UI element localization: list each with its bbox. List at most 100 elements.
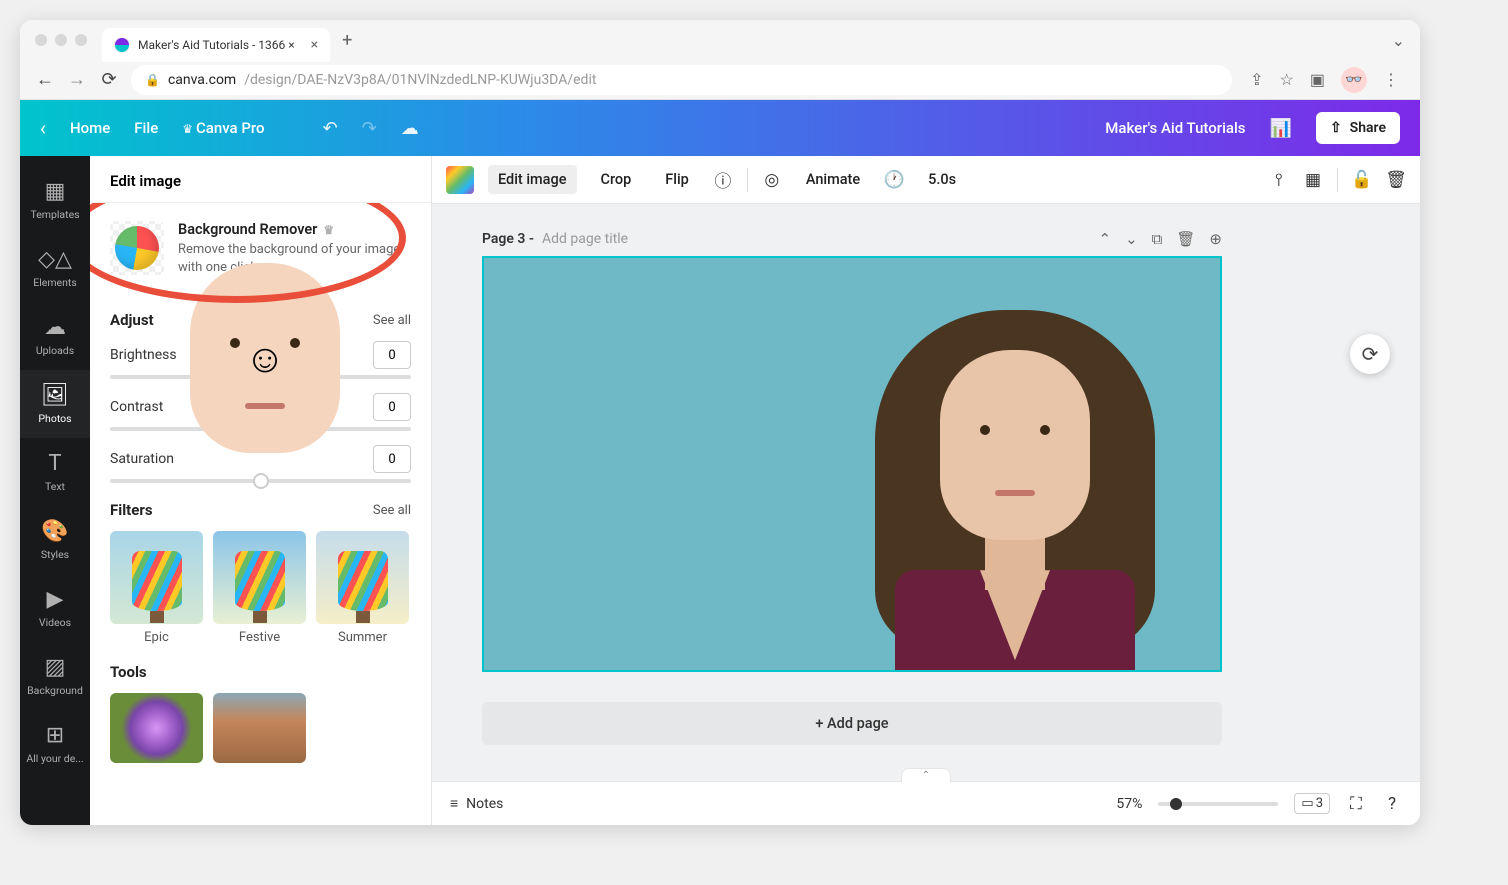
- bookmark-icon[interactable]: ☆: [1280, 70, 1294, 89]
- page-controls: ⌃ ⌄ ⧉ 🗑 ⊕: [1099, 230, 1223, 248]
- browser-toolbar-right: ⇪ ☆ ▣ 👓 ⋮: [1244, 67, 1405, 93]
- rail-templates[interactable]: ▦Templates: [20, 166, 90, 234]
- left-rail: ▦Templates ◇△Elements ☁Uploads 🖼Photos T…: [20, 156, 90, 825]
- rail-styles[interactable]: 🎨Styles: [20, 506, 90, 574]
- canvas-scroll[interactable]: ⟳ Page 3 - Add page title ⌃ ⌄ ⧉ 🗑 ⊕: [432, 204, 1420, 781]
- analytics-icon[interactable]: 📊: [1270, 118, 1292, 139]
- traffic-lights: [35, 34, 87, 46]
- close-tab-button[interactable]: ×: [311, 37, 318, 53]
- share-icon[interactable]: ⇪: [1250, 70, 1263, 89]
- canva-pro-link[interactable]: ♛ Canva Pro: [182, 119, 264, 137]
- file-menu[interactable]: File: [134, 119, 158, 137]
- minimize-window-button[interactable]: [55, 34, 67, 46]
- share-button[interactable]: ⇧ Share: [1316, 112, 1400, 144]
- filter-summer[interactable]: Summer: [316, 531, 409, 645]
- rail-background[interactable]: ▨Background: [20, 642, 90, 710]
- panel-header: Edit image: [90, 156, 431, 203]
- tool-smartmockup[interactable]: [110, 693, 203, 763]
- tool-face[interactable]: ☺: [190, 263, 340, 453]
- saturation-value[interactable]: 0: [373, 445, 411, 473]
- uploads-icon: ☁: [44, 315, 66, 340]
- home-link[interactable]: Home: [70, 119, 110, 137]
- forward-button[interactable]: →: [67, 69, 87, 90]
- duration-button[interactable]: 5.0s: [918, 165, 966, 194]
- page-title-input[interactable]: Add page title: [542, 231, 1090, 247]
- filter-grid: Epic Festive Summer: [110, 531, 411, 645]
- reload-button[interactable]: ⟳: [99, 69, 119, 90]
- filter-epic[interactable]: Epic: [110, 531, 203, 645]
- cloud-sync-icon[interactable]: ☁: [401, 118, 419, 139]
- brightness-value[interactable]: 0: [373, 341, 411, 369]
- tools-grid: ☺: [110, 693, 411, 763]
- rail-uploads[interactable]: ☁Uploads: [20, 302, 90, 370]
- add-page-icon[interactable]: ⊕: [1209, 230, 1222, 248]
- info-icon[interactable]: ⓘ: [713, 170, 733, 190]
- browser-menu-icon[interactable]: ⋮: [1383, 70, 1399, 89]
- filter-thumb: [110, 531, 203, 624]
- filter-thumb: [213, 531, 306, 624]
- rail-all-your-designs[interactable]: ⊞All your de...: [20, 710, 90, 778]
- page-indicator[interactable]: ▭ 3: [1294, 793, 1330, 814]
- flip-button[interactable]: Flip: [655, 165, 699, 194]
- color-picker-button[interactable]: [446, 166, 474, 194]
- page-thumbnails-pull[interactable]: ⌃: [901, 768, 951, 782]
- redo-button[interactable]: ↷: [362, 118, 377, 139]
- balloon-icon: [235, 551, 285, 611]
- filter-thumb: [316, 531, 409, 624]
- delete-button[interactable]: 🗑: [1386, 170, 1406, 190]
- page-number-label: Page 3 -: [482, 231, 534, 247]
- notes-button[interactable]: ≡ Notes: [450, 795, 503, 812]
- effects-icon[interactable]: ⫯: [1269, 170, 1289, 190]
- back-chevron-icon[interactable]: ‹: [40, 116, 46, 140]
- url-domain: canva.com: [168, 72, 236, 88]
- filters-see-all[interactable]: See all: [373, 503, 411, 518]
- rail-photos[interactable]: 🖼Photos: [20, 370, 90, 438]
- tabs-dropdown-button[interactable]: ⌄: [1392, 31, 1405, 50]
- zoom-label[interactable]: 57%: [1116, 796, 1142, 812]
- edit-image-button[interactable]: Edit image: [488, 165, 577, 194]
- context-toolbar: Edit image Crop Flip ⓘ ◎ Animate 🕐 5.0s …: [432, 156, 1420, 204]
- close-window-button[interactable]: [35, 34, 47, 46]
- fullscreen-button[interactable]: ⛶: [1346, 794, 1366, 814]
- lock-button[interactable]: 🔓: [1352, 170, 1372, 190]
- slider-thumb[interactable]: [253, 473, 269, 489]
- saturation-slider[interactable]: [110, 479, 411, 483]
- background-icon: ▨: [45, 655, 66, 680]
- add-page-button[interactable]: + Add page: [482, 702, 1222, 745]
- address-bar[interactable]: 🔒 canva.com/design/DAE-NzV3p8A/01NVlNzde…: [131, 65, 1232, 95]
- help-button[interactable]: ?: [1382, 794, 1402, 814]
- elements-icon: ◇△: [38, 247, 72, 272]
- contrast-value[interactable]: 0: [373, 393, 411, 421]
- tool-frames[interactable]: [213, 693, 306, 763]
- crop-button[interactable]: Crop: [591, 165, 642, 194]
- rail-text[interactable]: TText: [20, 438, 90, 506]
- filter-festive[interactable]: Festive: [213, 531, 306, 645]
- portrait-image[interactable]: [840, 290, 1190, 670]
- sync-badge[interactable]: ⟳: [1350, 334, 1390, 374]
- adjust-see-all[interactable]: See all: [373, 313, 411, 328]
- back-button[interactable]: ←: [35, 69, 55, 90]
- animate-button[interactable]: Animate: [796, 165, 870, 194]
- project-name[interactable]: Maker's Aid Tutorials: [1105, 119, 1245, 137]
- page-down-button[interactable]: ⌄: [1125, 230, 1138, 248]
- address-bar-row: ← → ⟳ 🔒 canva.com/design/DAE-NzV3p8A/01N…: [20, 60, 1420, 100]
- duplicate-page-button[interactable]: ⧉: [1152, 230, 1163, 248]
- rail-elements[interactable]: ◇△Elements: [20, 234, 90, 302]
- rail-videos[interactable]: ▶Videos: [20, 574, 90, 642]
- extensions-icon[interactable]: ▣: [1310, 70, 1325, 89]
- maximize-window-button[interactable]: [75, 34, 87, 46]
- undo-button[interactable]: ↶: [323, 118, 338, 139]
- page-up-button[interactable]: ⌃: [1099, 230, 1112, 248]
- zoom-slider[interactable]: [1158, 802, 1278, 806]
- profile-avatar[interactable]: 👓: [1341, 67, 1367, 93]
- panel-scroll[interactable]: Background Remover ♛ Remove the backgrou…: [90, 203, 431, 825]
- new-tab-button[interactable]: +: [342, 30, 352, 51]
- pages-icon: ▭: [1301, 796, 1313, 811]
- contrast-label: Contrast: [110, 399, 163, 415]
- filters-title: Filters: [110, 501, 153, 519]
- delete-page-button[interactable]: 🗑: [1176, 230, 1195, 248]
- transparency-icon[interactable]: ▦: [1303, 170, 1323, 190]
- templates-icon: ▦: [45, 179, 66, 204]
- canvas-page[interactable]: [482, 256, 1222, 672]
- browser-tab[interactable]: Maker's Aid Tutorials - 1366 × ×: [102, 28, 330, 62]
